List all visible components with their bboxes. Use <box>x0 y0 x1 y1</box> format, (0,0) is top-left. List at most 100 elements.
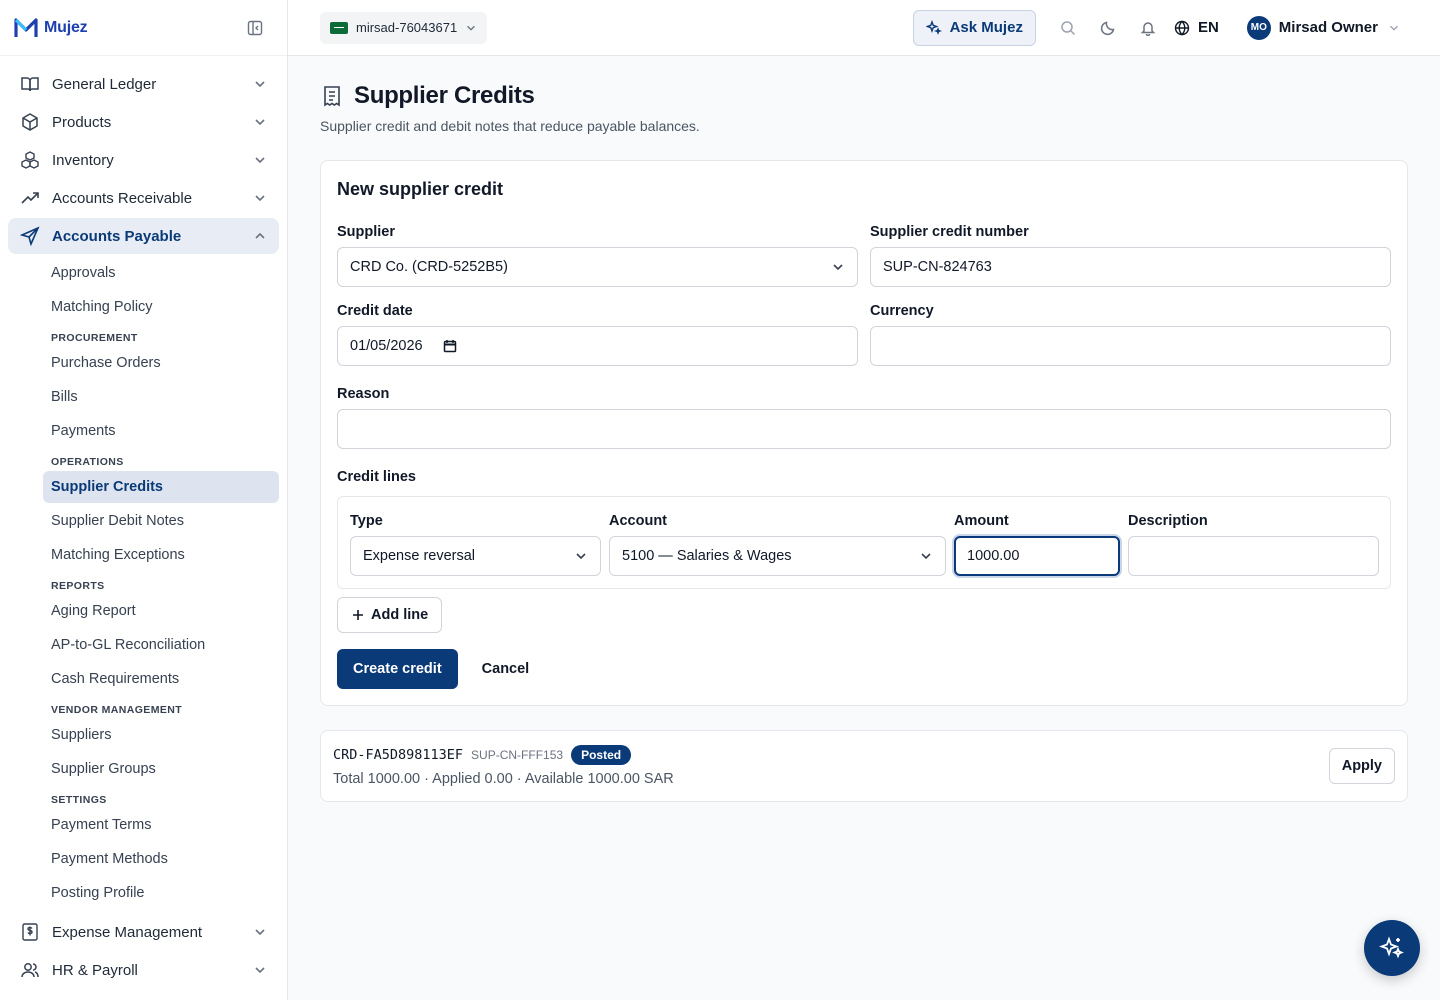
receipt-dollar-icon <box>20 922 40 942</box>
sidebar-nav: General Ledger Products Inventory Accoun… <box>0 56 287 910</box>
sidebar-item-aging-report[interactable]: Aging Report <box>43 594 279 628</box>
section-heading-vendor-management: VENDOR MANAGEMENT <box>51 704 183 716</box>
chevron-down-icon <box>253 963 267 977</box>
sidebar-item-label: Products <box>52 113 112 131</box>
line-description-header: Description <box>1128 513 1208 529</box>
calendar-icon[interactable] <box>443 339 457 353</box>
sidebar-item-purchase-orders[interactable]: Purchase Orders <box>43 346 279 380</box>
boxes-icon <box>20 150 40 170</box>
list-item: CRD-FA5D898113EF SUP-CN-FFF153 Posted To… <box>320 730 1408 802</box>
box-icon <box>20 112 40 132</box>
language-switcher[interactable]: EN <box>1174 19 1219 36</box>
brand-name: Mujez <box>44 18 88 36</box>
cancel-button[interactable]: Cancel <box>466 649 546 689</box>
credit-summary: Total 1000.00 · Applied 0.00 · Available… <box>333 771 674 787</box>
sidebar: Mujez General Ledger Products Inventory … <box>0 0 288 1000</box>
chevron-down-icon <box>253 191 267 205</box>
line-amount-value: 1000.00 <box>967 548 1020 564</box>
trending-up-icon <box>20 188 40 208</box>
sidebar-item-cash-requirements[interactable]: Cash Requirements <box>43 662 279 696</box>
section-heading-reports: REPORTS <box>51 580 105 592</box>
mujez-logo-icon <box>14 17 38 37</box>
avatar: MO <box>1246 15 1271 40</box>
line-description-input[interactable] <box>1128 536 1379 576</box>
line-amount-input[interactable]: 1000.00 <box>954 536 1120 576</box>
credit-number-field: Supplier credit number SUP-CN-824763 <box>870 224 1391 287</box>
page-header: Supplier Credits <box>320 82 1408 110</box>
reason-field: Reason <box>337 386 1391 449</box>
chevron-down-icon <box>253 77 267 91</box>
topbar-actions: Ask Mujez EN MO Mirsad Owner <box>912 9 1400 46</box>
sidebar-item-matching-exceptions[interactable]: Matching Exceptions <box>43 538 279 572</box>
page-title: Supplier Credits <box>354 82 535 109</box>
apply-button[interactable]: Apply <box>1328 748 1395 784</box>
bell-icon[interactable] <box>1128 10 1168 46</box>
sparkles-icon <box>1379 935 1405 961</box>
sidebar-item-posting-profile[interactable]: Posting Profile <box>43 876 279 910</box>
line-account-value: 5100 — Salaries & Wages <box>622 548 792 564</box>
sidebar-item-products[interactable]: Products <box>8 104 279 140</box>
sidebar-item-bills[interactable]: Bills <box>43 380 279 414</box>
form-actions: Create credit Cancel <box>337 649 1391 689</box>
chevron-down-icon <box>253 925 267 939</box>
line-amount-field: Amount 1000.00 <box>954 513 1120 576</box>
sidebar-item-label: HR & Payroll <box>52 961 138 979</box>
search-icon[interactable] <box>1048 10 1088 46</box>
line-amount-header: Amount <box>954 513 1009 529</box>
ask-mujez-button[interactable]: Ask Mujez <box>912 9 1036 46</box>
sidebar-item-accounts-receivable[interactable]: Accounts Receivable <box>8 180 279 216</box>
form-row-2: Credit date 01/05/2026 Currency <box>337 303 1391 366</box>
sidebar-item-payment-methods[interactable]: Payment Methods <box>43 842 279 876</box>
sidebar-item-supplier-groups[interactable]: Supplier Groups <box>43 752 279 786</box>
sidebar-item-accounts-payable[interactable]: Accounts Payable <box>8 218 279 254</box>
sidebar-item-payments[interactable]: Payments <box>43 414 279 448</box>
sidebar-item-inventory[interactable]: Inventory <box>8 142 279 178</box>
sidebar-item-approvals[interactable]: Approvals <box>43 256 279 290</box>
sidebar-item-ap-gl-reconciliation[interactable]: AP-to-GL Reconciliation <box>43 628 279 662</box>
form-title: New supplier credit <box>337 179 504 199</box>
credit-reference: SUP-CN-FFF153 <box>471 748 564 762</box>
user-menu[interactable]: MO Mirsad Owner <box>1246 15 1400 40</box>
chevron-down-icon <box>465 22 477 34</box>
sidebar-item-suppliers[interactable]: Suppliers <box>43 718 279 752</box>
users-icon <box>20 960 40 980</box>
reason-input[interactable] <box>337 409 1391 449</box>
line-type-value: Expense reversal <box>363 548 476 564</box>
sidebar-bottom-nav: Expense Management HR & Payroll <box>8 914 279 990</box>
currency-input[interactable] <box>870 326 1391 366</box>
moon-icon[interactable] <box>1088 10 1128 46</box>
chevron-down-icon <box>831 260 845 274</box>
credit-number-input[interactable]: SUP-CN-824763 <box>870 247 1391 287</box>
collapse-sidebar-icon[interactable] <box>243 16 267 40</box>
sidebar-item-supplier-credits[interactable]: Supplier Credits <box>43 471 279 503</box>
add-line-button[interactable]: Add line <box>337 597 443 633</box>
brand-logo[interactable]: Mujez <box>14 17 88 39</box>
create-credit-button[interactable]: Create credit <box>337 649 458 689</box>
credit-header: CRD-FA5D898113EF SUP-CN-FFF153 Posted <box>333 745 674 765</box>
credit-id[interactable]: CRD-FA5D898113EF <box>333 747 463 763</box>
chevron-down-icon <box>253 115 267 129</box>
sidebar-item-supplier-debit-notes[interactable]: Supplier Debit Notes <box>43 504 279 538</box>
plus-icon <box>351 608 365 622</box>
line-type-select[interactable]: Expense reversal <box>350 536 601 576</box>
sidebar-item-matching-policy[interactable]: Matching Policy <box>43 290 279 324</box>
sidebar-item-hr-payroll[interactable]: HR & Payroll <box>8 952 279 988</box>
page-subtitle: Supplier credit and debit notes that red… <box>320 118 700 134</box>
supplier-select[interactable]: CRD Co. (CRD-5252B5) <box>337 247 858 287</box>
sidebar-item-label: Accounts Payable <box>52 227 182 245</box>
credit-number-value: SUP-CN-824763 <box>883 259 992 275</box>
saudi-flag-icon <box>330 21 348 34</box>
sidebar-item-expense-management[interactable]: Expense Management <box>8 914 279 950</box>
sidebar-item-payment-terms[interactable]: Payment Terms <box>43 808 279 842</box>
sidebar-item-general-ledger[interactable]: General Ledger <box>8 66 279 102</box>
chevron-down-icon <box>253 153 267 167</box>
sidebar-item-label: Expense Management <box>52 923 203 941</box>
ai-assistant-fab[interactable] <box>1364 920 1420 976</box>
credit-date-input[interactable]: 01/05/2026 <box>337 326 858 366</box>
sidebar-item-label: Inventory <box>52 151 114 169</box>
sidebar-item-label: General Ledger <box>52 75 157 93</box>
company-switcher[interactable]: mirsad-76043671 <box>320 11 488 44</box>
currency-field: Currency <box>870 303 1391 366</box>
line-account-select[interactable]: 5100 — Salaries & Wages <box>609 536 946 576</box>
chevron-up-icon <box>253 229 267 243</box>
